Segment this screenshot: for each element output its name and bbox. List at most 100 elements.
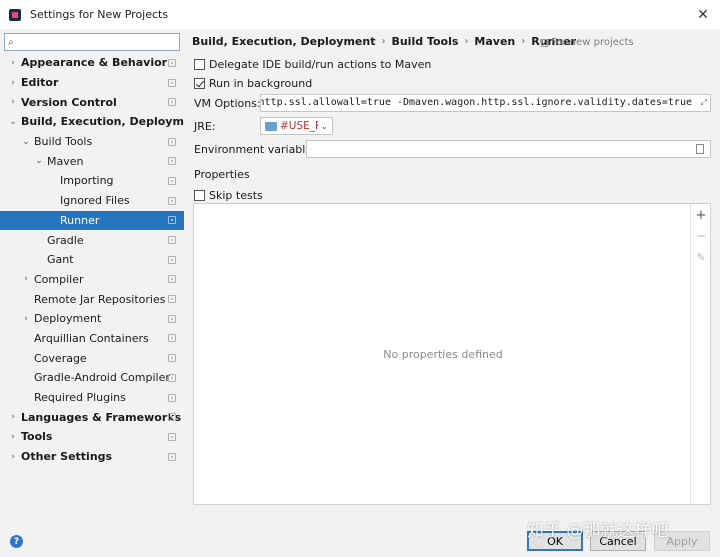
- delegate-checkbox[interactable]: [194, 59, 205, 70]
- sidebar-item[interactable]: › Compiler: [0, 270, 184, 290]
- project-settings-icon: [168, 176, 176, 185]
- project-settings-icon: [168, 137, 176, 146]
- project-settings-icon: [168, 295, 176, 304]
- sidebar-item-label: Runner: [60, 213, 100, 227]
- chevron-right-icon[interactable]: ›: [9, 452, 17, 462]
- sidebar-item[interactable]: Gant: [0, 250, 184, 270]
- sidebar-item-label: Remote Jar Repositories: [34, 292, 166, 306]
- chevron-right-icon[interactable]: ›: [9, 78, 17, 88]
- sidebar-item[interactable]: Coverage: [0, 348, 184, 368]
- delegate-label: Delegate IDE build/run actions to Maven: [209, 58, 432, 71]
- app-logo-icon: [9, 8, 21, 21]
- title-bar: Settings for New Projects ✕: [0, 0, 720, 29]
- sidebar-item-label: Other Settings: [21, 450, 113, 464]
- remove-property-button[interactable]: −: [694, 229, 708, 244]
- search-icon: ⌕: [8, 36, 14, 48]
- project-settings-icon: [168, 275, 176, 284]
- sidebar-item[interactable]: Runner: [0, 210, 184, 231]
- edit-property-button[interactable]: ✎: [694, 250, 708, 264]
- sidebar-item-label: Version Control: [21, 95, 117, 109]
- sidebar-item[interactable]: › Other Settings: [0, 447, 184, 467]
- search-input[interactable]: [16, 35, 179, 49]
- skip-tests-checkbox[interactable]: [194, 190, 205, 201]
- project-settings-icon: [168, 432, 176, 441]
- vm-options-input[interactable]: -Dmaven.multiModuleProjectDirectory=$MAV…: [260, 94, 711, 112]
- sidebar-item[interactable]: Ignored Files: [0, 191, 184, 211]
- sidebar-item[interactable]: Importing: [0, 171, 184, 191]
- search-field[interactable]: ⌕: [4, 33, 180, 51]
- chevron-right-icon[interactable]: ›: [9, 97, 17, 107]
- run-in-background-label: Run in background: [209, 77, 313, 90]
- project-settings-icon: [168, 98, 176, 107]
- environment-variables-input[interactable]: [306, 140, 711, 158]
- project-settings-icon: [168, 255, 176, 264]
- jdk-folder-icon: [265, 121, 277, 131]
- sidebar-item[interactable]: › Appearance & Behavior: [0, 53, 184, 73]
- properties-empty-text: No properties defined: [383, 347, 503, 361]
- skip-tests-label: Skip tests: [209, 189, 263, 202]
- breadcrumb: Build, Execution, Deployment › Build Tools…: [192, 35, 576, 48]
- breadcrumb-separator-icon: ›: [521, 36, 526, 47]
- add-property-button[interactable]: +: [694, 208, 708, 223]
- sidebar-item-label: Build Tools: [34, 135, 93, 149]
- sidebar-item-label: Deployment: [34, 312, 102, 326]
- chevron-right-icon[interactable]: ›: [22, 314, 30, 324]
- window-title: Settings for New Projects: [30, 8, 169, 21]
- sidebar-item[interactable]: › Tools: [0, 427, 184, 447]
- skip-tests-option[interactable]: Skip tests: [194, 189, 263, 202]
- browse-document-icon[interactable]: [696, 144, 704, 154]
- properties-table[interactable]: No properties defined + − ✎: [193, 203, 711, 505]
- run-in-background-option[interactable]: Run in background: [194, 77, 312, 90]
- close-button[interactable]: ✕: [686, 0, 720, 29]
- sidebar-item-label: Ignored Files: [60, 194, 130, 208]
- breadcrumb-separator-icon: ›: [464, 36, 469, 47]
- chevron-right-icon[interactable]: ›: [22, 274, 30, 284]
- project-settings-icon: [168, 314, 176, 323]
- project-settings-icon: [168, 78, 176, 87]
- properties-toolbar: + − ✎: [690, 204, 710, 504]
- delegate-build-option[interactable]: Delegate IDE build/run actions to Maven: [194, 58, 431, 71]
- project-settings-icon: [168, 373, 176, 382]
- run-in-background-checkbox[interactable]: [194, 78, 205, 89]
- sidebar-item[interactable]: ⌄ Build Tools: [0, 132, 184, 152]
- project-settings-icon: [168, 216, 176, 225]
- sidebar-item[interactable]: › Version Control: [0, 92, 184, 112]
- chevron-right-icon[interactable]: ›: [9, 412, 17, 422]
- breadcrumb-item: Build Tools: [391, 35, 459, 48]
- runner-settings-panel: Build, Execution, Deployment › Build Tools…: [184, 29, 720, 526]
- sidebar-item[interactable]: Remote Jar Repositories: [0, 289, 184, 309]
- sidebar-item[interactable]: ⌄ Build, Execution, Deployment: [0, 112, 204, 132]
- sidebar-item[interactable]: Required Plugins: [0, 388, 184, 408]
- sidebar-item[interactable]: › Deployment: [0, 309, 184, 329]
- environment-variables-label: Environment variables:: [194, 143, 322, 156]
- project-settings-icon: [168, 393, 176, 402]
- sidebar-item[interactable]: Gradle-Android Compiler: [0, 368, 184, 388]
- jre-dropdown[interactable]: #USE_PROJECT_JDK ⌄: [260, 117, 333, 135]
- chevron-right-icon[interactable]: ›: [9, 58, 17, 68]
- sidebar-item[interactable]: Gradle: [0, 230, 184, 250]
- settings-tree: › Appearance & Behavior › Editor › Version Co…: [0, 53, 204, 467]
- sidebar-item-label: Build, Execution, Deployment: [21, 115, 205, 129]
- sidebar-item[interactable]: ⌄ Maven: [0, 151, 184, 171]
- chevron-down-icon[interactable]: ⌄: [9, 117, 17, 127]
- sidebar-item-label: Gant: [47, 253, 74, 267]
- document-icon: [541, 38, 548, 47]
- sidebar-item[interactable]: › Languages & Frameworks: [0, 407, 184, 427]
- chevron-down-icon[interactable]: ⌄: [35, 156, 43, 166]
- sidebar-item[interactable]: › Editor: [0, 73, 184, 93]
- settings-sidebar: ⌕ › Appearance & Behavior › Editor › Version …: [0, 29, 204, 526]
- sidebar-item-label: Editor: [21, 76, 59, 90]
- expand-icon[interactable]: ⤢: [701, 98, 707, 108]
- chevron-right-icon[interactable]: ›: [9, 432, 17, 442]
- help-icon[interactable]: ?: [10, 535, 23, 548]
- sidebar-item-label: Languages & Frameworks: [21, 410, 182, 424]
- sidebar-item-label: Compiler: [34, 272, 84, 286]
- project-settings-icon: [168, 236, 176, 245]
- chevron-down-icon[interactable]: ⌄: [22, 137, 30, 147]
- sidebar-item-label: Coverage: [34, 351, 87, 365]
- watermark: 知乎 @那就这样吧: [527, 521, 669, 541]
- project-settings-icon: [168, 413, 176, 422]
- project-settings-icon: [168, 452, 176, 461]
- sidebar-item[interactable]: Arquillian Containers: [0, 329, 184, 349]
- project-settings-icon: [168, 334, 176, 343]
